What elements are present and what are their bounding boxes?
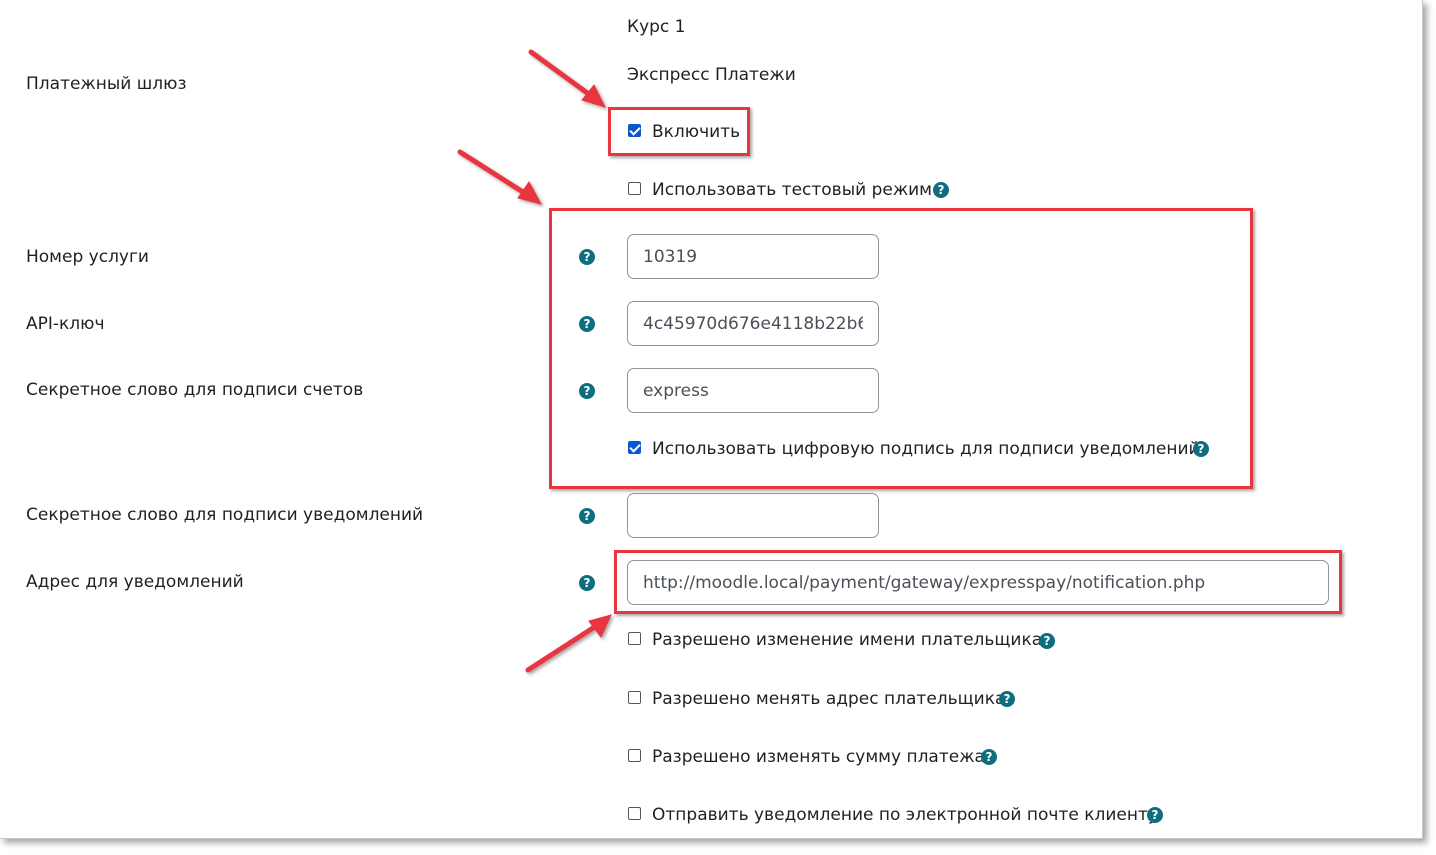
allow-change-address-label[interactable]: Разрешено менять адрес плательщика bbox=[652, 689, 1005, 709]
allow-change-name-help-icon[interactable]: ? bbox=[1039, 633, 1055, 649]
notification-secret-input[interactable] bbox=[627, 493, 879, 538]
allow-change-amount-checkbox[interactable] bbox=[628, 749, 641, 762]
course-name: Курс 1 bbox=[627, 17, 686, 37]
gateway-label: Платежный шлюз bbox=[26, 74, 187, 94]
test-mode-help-icon[interactable]: ? bbox=[933, 182, 949, 198]
notification-secret-help-icon[interactable]: ? bbox=[579, 508, 595, 524]
allow-change-name-label[interactable]: Разрешено изменение имени плательщика bbox=[652, 630, 1042, 650]
service-number-label: Номер услуги bbox=[26, 247, 149, 267]
allow-change-address-checkbox[interactable] bbox=[628, 691, 641, 704]
allow-change-amount-help-icon[interactable]: ? bbox=[981, 749, 997, 765]
arrow-to-url bbox=[525, 614, 612, 673]
fields-highlight-box bbox=[549, 208, 1253, 489]
url-highlight-box bbox=[614, 550, 1342, 614]
gateway-name: Экспресс Платежи bbox=[627, 65, 796, 85]
send-email-checkbox[interactable] bbox=[628, 807, 641, 820]
enable-highlight-box bbox=[608, 107, 750, 156]
api-key-label: API-ключ bbox=[26, 314, 105, 334]
arrow-to-fields bbox=[457, 149, 542, 205]
notification-secret-label: Секретное слово для подписи уведомлений bbox=[26, 505, 424, 525]
arrow-to-enable bbox=[528, 49, 606, 108]
settings-panel: Курс 1 Платежный шлюз Экспресс Платежи В… bbox=[0, 0, 1423, 839]
allow-change-amount-label[interactable]: Разрешено изменять сумму платежа bbox=[652, 747, 985, 767]
notification-url-label: Адрес для уведомлений bbox=[26, 572, 244, 592]
send-email-label[interactable]: Отправить уведомление по электронной поч… bbox=[652, 805, 1158, 825]
allow-change-name-checkbox[interactable] bbox=[628, 632, 641, 645]
test-mode-label[interactable]: Использовать тестовый режим bbox=[652, 180, 932, 200]
invoice-secret-label: Секретное слово для подписи счетов bbox=[26, 380, 364, 400]
test-mode-checkbox[interactable] bbox=[628, 182, 641, 195]
notification-url-help-icon[interactable]: ? bbox=[579, 575, 595, 591]
send-email-help-icon[interactable]: ? bbox=[1147, 807, 1163, 823]
allow-change-address-help-icon[interactable]: ? bbox=[999, 691, 1015, 707]
